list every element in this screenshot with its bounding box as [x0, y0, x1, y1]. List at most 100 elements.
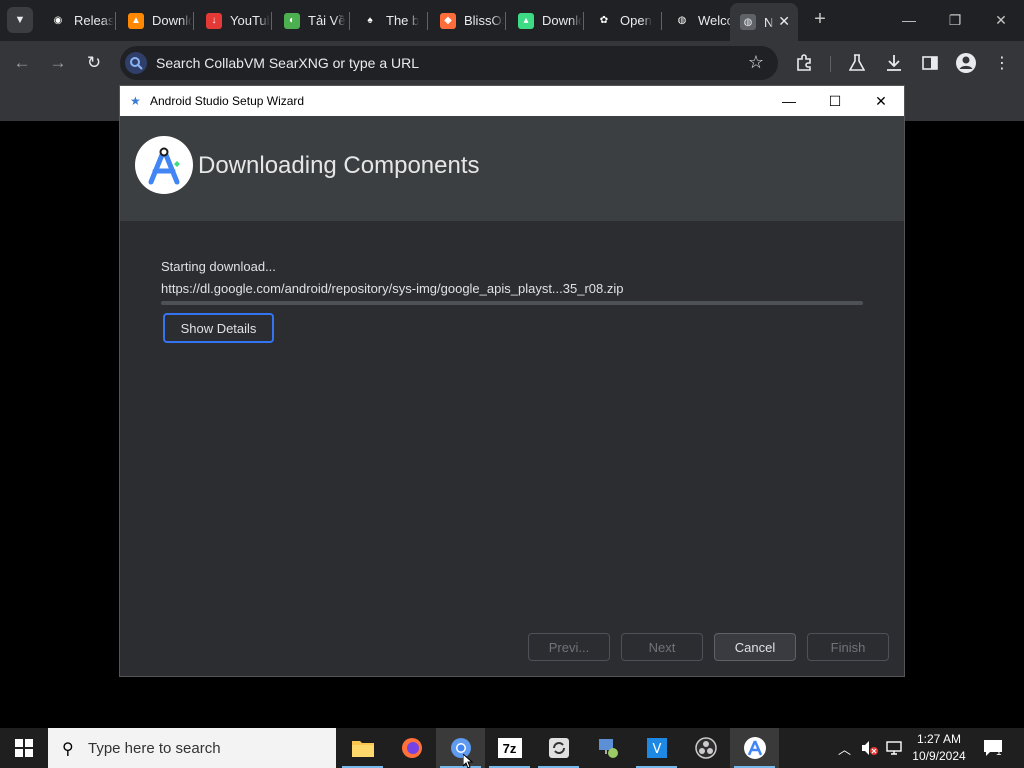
wizard-title: Android Studio Setup Wizard	[150, 94, 305, 108]
clock-time: 1:27 AM	[916, 732, 962, 746]
reload-icon: ↻	[86, 53, 102, 72]
tab-8[interactable]: ✿ Open	[586, 6, 660, 35]
bookmark-star-icon[interactable]: ☆	[748, 52, 764, 73]
tab-separator	[349, 12, 350, 30]
download-icon[interactable]	[882, 51, 906, 75]
bliss-icon: ◆	[440, 12, 456, 29]
tab-label: Download	[542, 13, 582, 28]
tab-label: YouTube	[230, 13, 270, 28]
taskbar-search-placeholder: Type here to search	[88, 739, 221, 757]
android-studio-logo-icon	[135, 136, 193, 194]
setup-wizard-window: ★ Android Studio Setup Wizard ― ☐ ✕ Down…	[119, 85, 905, 677]
obs-icon	[694, 737, 717, 759]
tab-1[interactable]: ◉ Releases	[40, 6, 114, 35]
7zip-icon: 7z	[497, 738, 522, 758]
search-icon: ⚲	[62, 741, 74, 758]
close-window-button[interactable]: ✕	[978, 6, 1024, 34]
taskbar-sync-app[interactable]	[534, 728, 583, 768]
openai-icon: ✿	[596, 12, 612, 29]
show-details-button[interactable]: Show Details	[163, 313, 274, 343]
wizard-minimize-button[interactable]: ―	[766, 86, 812, 116]
chevron-down-icon: ▼	[14, 14, 26, 26]
tab-3[interactable]: ↓ YouTube	[196, 6, 270, 35]
tab-7[interactable]: ▴ Download	[508, 6, 582, 35]
chevron-up-icon: ︿	[838, 741, 852, 757]
volume-muted-icon[interactable]	[861, 728, 879, 768]
side-panel-icon[interactable]	[918, 51, 942, 75]
network-icon[interactable]	[886, 728, 902, 768]
sync-icon	[548, 738, 569, 758]
tab-separator	[115, 12, 116, 30]
extensions-icon[interactable]	[792, 51, 816, 75]
restore-button[interactable]: ❐	[932, 6, 978, 34]
taskbar-search-box[interactable]: ⚲ Type here to search	[48, 728, 336, 768]
clock-date: 10/9/2024	[912, 749, 966, 763]
notification-center-button[interactable]: 1	[983, 728, 1002, 768]
firefox-icon	[401, 738, 422, 758]
wizard-heading: Downloading Components	[198, 152, 480, 179]
taskbar-file-explorer[interactable]	[338, 728, 387, 768]
tab-2[interactable]: ▲ Download	[118, 6, 192, 35]
toolbar-divider	[830, 56, 831, 72]
tab-separator	[193, 12, 194, 30]
tab-active[interactable]: ◍ N ✕	[730, 3, 798, 41]
vlc-icon: ▲	[128, 12, 144, 29]
svg-text:V: V	[652, 742, 661, 757]
address-bar-text: Search CollabVM SearXNG or type a URL	[156, 55, 419, 71]
forward-button[interactable]: →	[45, 50, 71, 76]
globe-icon: ◍	[674, 12, 690, 29]
minimize-button[interactable]: ―	[886, 6, 932, 34]
wizard-close-button[interactable]: ✕	[858, 86, 904, 116]
profile-avatar-icon[interactable]	[954, 51, 978, 75]
tab-5[interactable]: ♠ The b	[352, 6, 426, 35]
tab-label: N	[764, 14, 774, 30]
mouse-cursor-icon	[463, 754, 474, 768]
new-tab-button[interactable]: +	[810, 9, 830, 31]
taskbar-7zip[interactable]: 7z	[485, 728, 534, 768]
browser-toolbar: ← → ↻ Search CollabVM SearXNG or type a …	[0, 41, 1024, 85]
start-button[interactable]	[0, 728, 48, 768]
taskbar-android-studio[interactable]	[730, 728, 779, 768]
tab-9[interactable]: ◍Welcome	[664, 6, 738, 35]
vscode-icon: V	[646, 738, 667, 758]
finish-button[interactable]: Finish	[807, 633, 889, 661]
taskbar-chrome[interactable]	[436, 728, 485, 768]
wizard-maximize-button[interactable]: ☐	[812, 86, 858, 116]
tab-label: The b	[386, 13, 420, 28]
previous-button[interactable]: Previ...	[528, 633, 610, 661]
taskbar-firefox[interactable]	[387, 728, 436, 768]
tab-separator	[661, 12, 662, 30]
github-icon: ◉	[50, 12, 66, 29]
address-bar[interactable]: Search CollabVM SearXNG or type a URL ☆	[120, 46, 778, 80]
tab-4[interactable]: ◐ Tải Về	[274, 6, 348, 35]
download-progress-bar	[161, 301, 863, 305]
tab-separator	[505, 12, 506, 30]
arrow-left-icon: ←	[13, 53, 31, 72]
more-menu-icon[interactable]: ⋮	[990, 51, 1014, 75]
labs-flask-icon[interactable]	[845, 51, 869, 75]
arrow-right-icon: →	[49, 53, 67, 72]
globe-icon: ◍	[740, 14, 756, 30]
close-tab-icon[interactable]: ✕	[778, 13, 790, 30]
tab-separator	[427, 12, 428, 30]
tab-search-button[interactable]: ▼	[7, 7, 33, 33]
taskbar-clock[interactable]: 1:27 AM 10/9/2024	[904, 731, 974, 765]
tab-separator	[583, 12, 584, 30]
notification-count: 1	[996, 746, 1002, 758]
browser-tab-strip: ▼ ◉ Releases ▲ Download ↓ YouTube ◐ Tải Về ♠ The …	[0, 0, 1024, 41]
reload-button[interactable]: ↻	[81, 50, 107, 76]
tab-label: BlissOS	[464, 13, 504, 28]
show-hidden-icons[interactable]: ︿	[838, 728, 851, 768]
download-url-text: https://dl.google.com/android/repository…	[161, 281, 624, 296]
cancel-button[interactable]: Cancel	[714, 633, 796, 661]
colorful-globe-icon: ◐	[284, 12, 300, 29]
hat-icon: ♠	[362, 12, 378, 29]
tab-6[interactable]: ◆ BlissOS	[430, 6, 504, 35]
next-button[interactable]: Next	[621, 633, 703, 661]
taskbar-obs[interactable]	[681, 728, 730, 768]
taskbar-vscode[interactable]: V	[632, 728, 681, 768]
android-studio-icon	[743, 737, 766, 759]
taskbar-network-app[interactable]	[583, 728, 632, 768]
wizard-title-bar: ★ Android Studio Setup Wizard ― ☐ ✕	[120, 86, 904, 116]
back-button[interactable]: ←	[9, 50, 35, 76]
